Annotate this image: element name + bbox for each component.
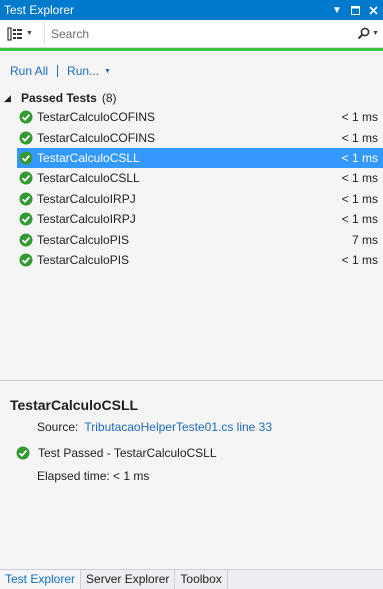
window-title: Test Explorer <box>4 3 75 17</box>
test-row[interactable]: TestarCalculoPIS < 1 ms <box>17 250 383 270</box>
test-details-pane: TestarCalculoCSLL Source: TributacaoHelp… <box>0 381 383 567</box>
test-duration: < 1 ms <box>341 130 378 145</box>
check-passed-icon <box>16 446 30 460</box>
group-count: (8) <box>101 91 117 105</box>
group-by-icon <box>7 26 22 41</box>
elapsed-time: Elapsed time: < 1 ms <box>37 469 150 483</box>
chevron-down-icon: ▼ <box>26 30 33 37</box>
test-name: TestarCalculoCSLL <box>37 171 140 186</box>
test-name: TestarCalculoPIS <box>37 252 130 267</box>
separator <box>57 65 59 77</box>
test-duration: < 1 ms <box>341 191 378 206</box>
test-name: TestarCalculoCOFINS <box>37 110 156 125</box>
check-passed-icon <box>19 233 33 247</box>
check-passed-icon <box>19 212 33 226</box>
search-icon <box>357 27 370 40</box>
test-duration: < 1 ms <box>341 252 378 267</box>
chevron-down-icon: ▼ <box>372 30 379 37</box>
test-row[interactable]: TestarCalculoIRPJ < 1 ms <box>17 209 383 229</box>
check-passed-icon <box>19 131 33 145</box>
search-button[interactable]: ▼ <box>353 23 383 45</box>
bottom-tab-strip: Test Explorer Server Explorer Toolbox <box>0 569 383 589</box>
test-name: TestarCalculoCOFINS <box>37 130 156 145</box>
maximize-icon[interactable] <box>347 2 363 18</box>
details-source: Source: TributacaoHelperTeste01.cs line … <box>37 420 272 434</box>
details-result: Test Passed - TestarCalculoCSLL <box>16 446 217 460</box>
expand-triangle-icon[interactable]: ◢ <box>4 93 16 104</box>
test-name: TestarCalculoCSLL <box>37 150 140 165</box>
test-duration: 7 ms <box>351 232 378 247</box>
run-link[interactable]: Run... <box>67 64 99 78</box>
chevron-down-icon[interactable]: ▼ <box>104 68 111 75</box>
toolbar: ▼ ▼ <box>0 20 383 48</box>
group-name: Passed Tests <box>21 91 97 105</box>
test-status-bar <box>0 48 383 51</box>
check-passed-icon <box>19 253 33 267</box>
result-text: Test Passed - TestarCalculoCSLL <box>38 446 217 460</box>
test-row[interactable]: TestarCalculoCOFINS < 1 ms <box>17 107 383 127</box>
test-row[interactable]: TestarCalculoCOFINS < 1 ms <box>17 127 383 147</box>
test-row[interactable]: TestarCalculoCSLL < 1 ms <box>17 147 383 169</box>
test-name: TestarCalculoIRPJ <box>37 212 136 227</box>
check-passed-icon <box>19 151 33 165</box>
check-passed-icon <box>19 171 33 185</box>
test-group-header[interactable]: ◢ Passed Tests (8) <box>4 90 117 106</box>
close-icon[interactable] <box>365 2 381 18</box>
test-list: TestarCalculoCOFINS < 1 ms TestarCalculoCO… <box>17 107 383 270</box>
source-label: Source: <box>37 420 79 434</box>
test-row[interactable]: TestarCalculoIRPJ < 1 ms <box>17 189 383 209</box>
test-name: TestarCalculoIRPJ <box>37 191 136 206</box>
tab-server-explorer[interactable]: Server Explorer <box>81 570 176 589</box>
group-by-button[interactable]: ▼ <box>4 23 40 45</box>
test-duration: < 1 ms <box>341 212 378 227</box>
source-link[interactable]: TributacaoHelperTeste01.cs line 33 <box>84 420 272 434</box>
run-all-link[interactable]: Run All <box>10 64 48 78</box>
title-bar: Test Explorer ▼ <box>0 0 383 20</box>
test-name: TestarCalculoPIS <box>37 232 130 247</box>
test-duration: < 1 ms <box>341 110 378 125</box>
dropdown-arrow-icon[interactable]: ▼ <box>329 2 345 18</box>
check-passed-icon <box>19 110 33 124</box>
test-duration: < 1 ms <box>341 150 378 165</box>
test-duration: < 1 ms <box>341 171 378 186</box>
check-passed-icon <box>19 192 33 206</box>
actions-bar: Run All Run... ▼ <box>10 63 111 79</box>
search-input[interactable] <box>44 22 353 45</box>
test-row[interactable]: TestarCalculoCSLL < 1 ms <box>17 168 383 188</box>
tab-test-explorer[interactable]: Test Explorer <box>0 570 82 589</box>
details-title: TestarCalculoCSLL <box>10 397 139 413</box>
tab-toolbox[interactable]: Toolbox <box>175 570 228 589</box>
test-row[interactable]: TestarCalculoPIS 7 ms <box>17 229 383 249</box>
